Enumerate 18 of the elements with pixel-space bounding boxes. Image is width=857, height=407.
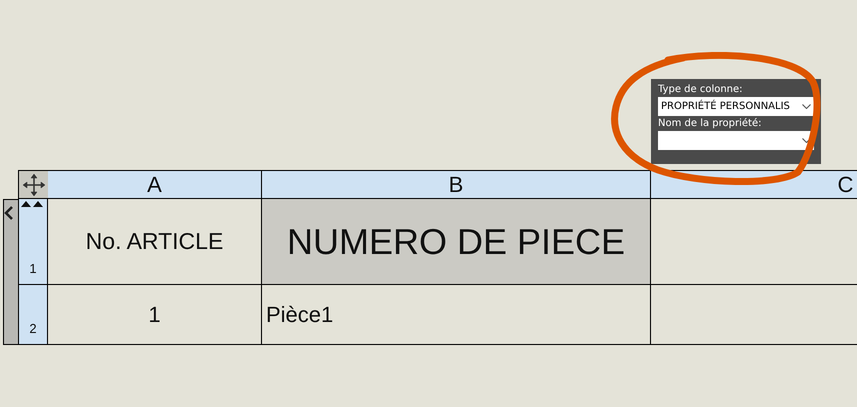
collapse-arrows-icon[interactable] [21,201,45,207]
row-header[interactable]: 2 [18,285,48,345]
column-header[interactable]: A [48,170,262,199]
row-header[interactable]: 1 [18,199,48,285]
table-cell: Pièce1 [262,285,651,345]
column-type-dropdown[interactable]: PROPRIÉTÉ PERSONNALIS [658,97,814,116]
property-name-label: Nom de la propriété: [658,118,762,129]
chevron-down-icon [802,104,811,109]
property-name-dropdown[interactable] [658,131,814,150]
chevron-down-icon [802,138,811,143]
column-header[interactable]: B [262,170,651,199]
move-icon [22,172,46,196]
table-cell: 1 [48,285,262,345]
move-handle[interactable] [18,170,48,199]
column-type-label: Type de colonne: [658,84,744,95]
table-cell: NUMERO DE PIECE [262,199,651,285]
side-panel-bar[interactable] [3,199,18,345]
chevron-left-icon[interactable] [4,206,14,220]
